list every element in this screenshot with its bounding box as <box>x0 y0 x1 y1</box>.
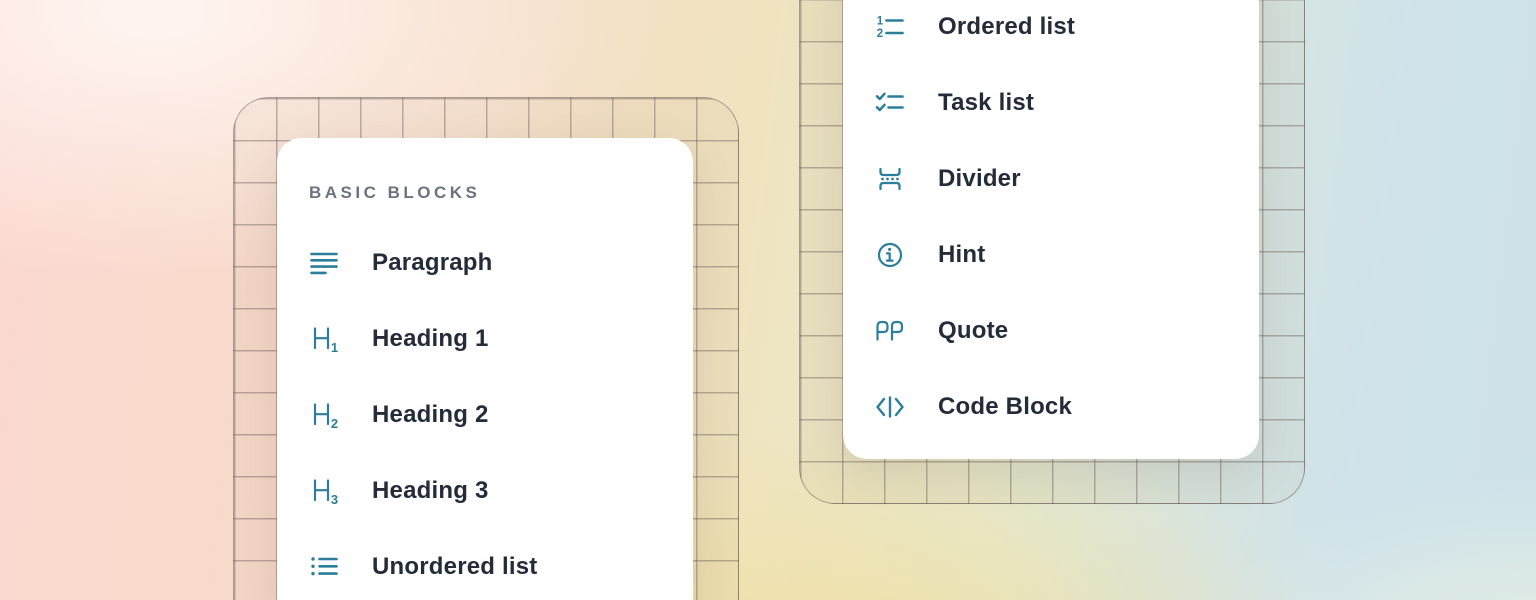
menu-item-label: Ordered list <box>938 13 1075 41</box>
svg-text:2: 2 <box>877 28 883 40</box>
menu-item-label: Hint <box>938 241 985 269</box>
blocks-menu-continued: 1 2 Ordered list Task list <box>843 0 1259 459</box>
heading-1-icon: 1 <box>309 324 339 354</box>
menu-item-hint[interactable]: Hint <box>843 217 1259 293</box>
menu-item-task-list[interactable]: Task list <box>843 65 1259 141</box>
menu-item-label: Code Block <box>938 393 1072 421</box>
menu-item-heading-1[interactable]: 1 Heading 1 <box>277 301 693 377</box>
svg-text:3: 3 <box>331 492 338 506</box>
task-list-icon <box>875 88 905 118</box>
hint-icon <box>875 240 905 270</box>
menu-item-ordered-list[interactable]: 1 2 Ordered list <box>843 0 1259 65</box>
section-header-basic-blocks: BASIC BLOCKS <box>277 180 693 206</box>
svg-text:1: 1 <box>331 340 338 354</box>
menu-item-label: Divider <box>938 165 1021 193</box>
unordered-list-icon <box>309 552 339 582</box>
menu-item-code-block[interactable]: Code Block <box>843 369 1259 445</box>
menu-item-label: Unordered list <box>372 553 538 581</box>
pastel-gradient-background: BASIC BLOCKS Paragraph 1 Heading 1 <box>0 0 1536 600</box>
code-block-icon <box>875 392 905 422</box>
menu-item-label: Heading 2 <box>372 401 489 429</box>
ordered-list-icon: 1 2 <box>875 12 905 42</box>
svg-text:2: 2 <box>331 416 338 430</box>
menu-item-unordered-list[interactable]: Unordered list <box>277 529 693 600</box>
menu-item-paragraph[interactable]: Paragraph <box>277 225 693 301</box>
basic-blocks-menu: BASIC BLOCKS Paragraph 1 Heading 1 <box>277 138 693 600</box>
menu-item-heading-3[interactable]: 3 Heading 3 <box>277 453 693 529</box>
menu-item-label: Task list <box>938 89 1034 117</box>
menu-item-label: Heading 1 <box>372 325 489 353</box>
menu-item-label: Heading 3 <box>372 477 489 505</box>
paragraph-icon <box>309 248 339 278</box>
svg-text:1: 1 <box>877 16 884 28</box>
menu-item-heading-2[interactable]: 2 Heading 2 <box>277 377 693 453</box>
menu-item-divider[interactable]: Divider <box>843 141 1259 217</box>
menu-item-label: Paragraph <box>372 249 493 277</box>
heading-3-icon: 3 <box>309 476 339 506</box>
menu-item-quote[interactable]: Quote <box>843 293 1259 369</box>
quote-icon <box>875 316 905 346</box>
menu-item-label: Quote <box>938 317 1008 345</box>
heading-2-icon: 2 <box>309 400 339 430</box>
divider-icon <box>875 164 905 194</box>
